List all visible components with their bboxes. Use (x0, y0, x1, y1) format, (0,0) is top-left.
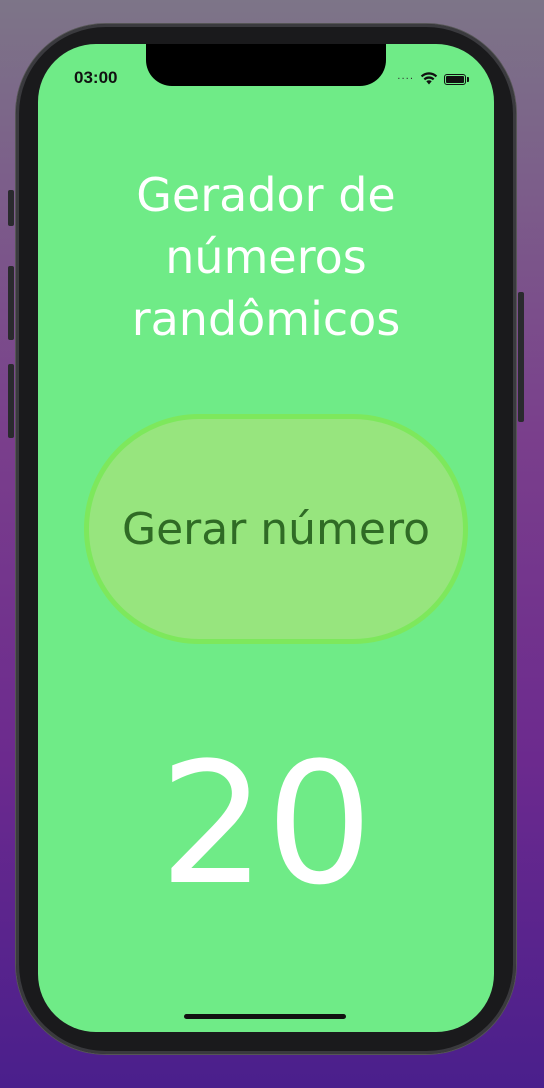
random-number-result: 20 (159, 726, 373, 922)
app-screen: 03:00 ···· Gerador de números randômicos… (38, 44, 494, 1032)
generate-number-button-label: Gerar número (121, 503, 431, 555)
page-title: Gerador de números randômicos (131, 168, 401, 346)
generate-number-button[interactable]: Gerar número (84, 414, 468, 644)
status-icons: ···· (397, 70, 469, 89)
cellular-dots-icon: ···· (397, 74, 414, 85)
volume-up-button (8, 266, 14, 340)
battery-icon (444, 74, 469, 85)
volume-down-button (8, 364, 14, 438)
notch (146, 44, 386, 86)
mute-switch (8, 190, 14, 226)
home-indicator[interactable] (184, 1014, 346, 1019)
wifi-icon (420, 70, 438, 89)
status-time: 03:00 (74, 68, 118, 87)
power-button (518, 292, 524, 422)
